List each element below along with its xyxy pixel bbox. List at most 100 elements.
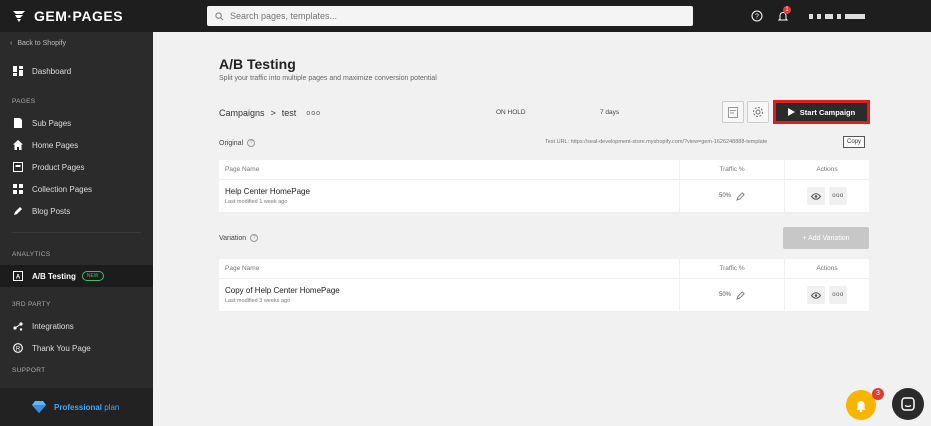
back-label: Back to Shopify bbox=[17, 39, 66, 47]
help-circle-icon[interactable]: ? bbox=[250, 234, 259, 242]
sidebar-item-label: Dashboard bbox=[32, 66, 72, 76]
sidebar-divider bbox=[12, 232, 141, 233]
row-more-button[interactable]: ooo bbox=[829, 187, 847, 205]
table-row: Copy of Help Center HomePage Last modifi… bbox=[219, 279, 869, 312]
pencil-icon bbox=[12, 205, 24, 217]
help-circle-icon[interactable]: ? bbox=[247, 139, 256, 147]
start-campaign-label: Start Campaign bbox=[799, 107, 856, 117]
plan-indicator[interactable]: Professional plan bbox=[0, 388, 153, 426]
main-content: A/B Testing Split your traffic into mult… bbox=[153, 32, 931, 426]
traffic-value: 50% bbox=[718, 292, 731, 298]
variation-section-label: Variation ? bbox=[219, 234, 259, 242]
sidebar-item-label: Home Pages bbox=[32, 140, 79, 150]
registered-icon: R bbox=[12, 342, 24, 354]
sidebar-item-sub-pages[interactable]: Sub Pages bbox=[0, 112, 153, 134]
sidebar-item-blog-posts[interactable]: Blog Posts bbox=[0, 200, 153, 222]
column-header-actions: Actions bbox=[816, 265, 838, 272]
page-name[interactable]: Help Center HomePage bbox=[219, 187, 679, 196]
top-bar: GEM·PAGES ? 1 bbox=[0, 0, 931, 32]
bell-count-badge: 3 bbox=[872, 388, 884, 400]
account-menu[interactable] bbox=[809, 13, 869, 19]
search-icon bbox=[215, 11, 224, 20]
notification-count-badge: 1 bbox=[783, 6, 791, 14]
column-header-traffic: Traffic % bbox=[680, 160, 785, 179]
page-title: A/B Testing bbox=[219, 56, 296, 72]
last-modified: Last modified 1 week ago bbox=[225, 199, 288, 205]
preview-button[interactable] bbox=[807, 286, 825, 304]
brand-logo[interactable]: GEM·PAGES bbox=[0, 8, 153, 24]
edit-pencil-icon[interactable] bbox=[736, 290, 745, 300]
preview-button[interactable] bbox=[807, 187, 825, 205]
row-more-button[interactable]: ooo bbox=[829, 286, 847, 304]
original-label: Original bbox=[219, 139, 244, 147]
search-bar[interactable] bbox=[207, 6, 693, 26]
campaign-more-button[interactable]: ooo bbox=[306, 110, 321, 117]
sidebar-item-label: Product Pages bbox=[32, 162, 85, 172]
sidebar-item-integrations[interactable]: Integrations bbox=[0, 315, 153, 337]
notes-button[interactable] bbox=[722, 101, 744, 123]
sidebar-item-dashboard[interactable]: Dashboard bbox=[0, 60, 153, 82]
sidebar-item-label: Thank You Page bbox=[32, 343, 91, 353]
sidebar-section-pages: PAGES bbox=[12, 97, 36, 105]
collection-icon bbox=[12, 183, 24, 195]
sidebar-item-collection-pages[interactable]: Collection Pages bbox=[0, 178, 153, 200]
breadcrumb-current: test bbox=[281, 108, 297, 118]
back-to-shopify-link[interactable]: ‹ Back to Shopify bbox=[0, 32, 153, 54]
sidebar: ‹ Back to Shopify Dashboard PAGES Sub Pa… bbox=[0, 32, 153, 426]
sidebar-section-support: SUPPORT bbox=[12, 366, 46, 374]
column-header-page-name: Page Name bbox=[219, 160, 680, 179]
settings-button[interactable] bbox=[747, 101, 769, 123]
page-name[interactable]: Copy of Help Center HomePage bbox=[219, 286, 679, 295]
dashboard-icon bbox=[12, 65, 24, 77]
breadcrumb-campaigns-link[interactable]: Campaigns bbox=[219, 108, 265, 118]
svg-text:A: A bbox=[16, 275, 21, 281]
plan-name: Professional bbox=[54, 402, 103, 412]
svg-text:R: R bbox=[16, 346, 21, 352]
sidebar-item-product-pages[interactable]: Product Pages bbox=[0, 156, 153, 178]
breadcrumb-separator: > bbox=[270, 108, 276, 118]
copy-url-button[interactable]: Copy bbox=[843, 136, 866, 148]
eye-icon bbox=[811, 291, 821, 299]
edit-pencil-icon[interactable] bbox=[736, 191, 745, 201]
search-input[interactable] bbox=[230, 11, 670, 21]
gempages-logo-icon bbox=[13, 11, 25, 22]
sidebar-item-label: Integrations bbox=[32, 321, 74, 331]
add-variation-button[interactable]: + Add Variation bbox=[783, 227, 869, 249]
chevron-left-icon: ‹ bbox=[10, 39, 13, 47]
plan-suffix: plan bbox=[104, 402, 120, 412]
notes-icon bbox=[728, 106, 738, 118]
column-header-actions: Actions bbox=[816, 166, 838, 173]
ab-testing-icon: A bbox=[12, 270, 24, 282]
chat-widget-button[interactable] bbox=[892, 388, 924, 420]
column-header-traffic: Traffic % bbox=[680, 259, 785, 278]
sidebar-section-third-party: 3RD PARTY bbox=[12, 300, 51, 308]
play-icon bbox=[787, 108, 795, 116]
brand-name: GEM·PAGES bbox=[34, 8, 124, 24]
help-icon[interactable]: ? bbox=[747, 6, 767, 26]
table-row: Help Center HomePage Last modified 1 wee… bbox=[219, 180, 869, 213]
eye-icon bbox=[811, 192, 821, 200]
variation-label: Variation bbox=[219, 234, 247, 242]
table-header: Page Name Traffic % Actions bbox=[219, 259, 869, 279]
start-campaign-button[interactable]: Start Campaign bbox=[773, 100, 870, 124]
sidebar-item-thank-you-page[interactable]: R Thank You Page bbox=[0, 337, 153, 359]
page-subtitle: Split your traffic into multiple pages a… bbox=[219, 75, 437, 82]
sidebar-section-analytics: ANALYTICS bbox=[12, 250, 51, 258]
original-section-label: Original ? bbox=[219, 139, 256, 147]
svg-text:?: ? bbox=[755, 14, 759, 21]
notification-icon[interactable]: 1 bbox=[773, 6, 793, 26]
sidebar-item-label: Blog Posts bbox=[32, 206, 71, 216]
sidebar-item-label: A/B Testing bbox=[32, 271, 76, 281]
sidebar-item-home-pages[interactable]: Home Pages bbox=[0, 134, 153, 156]
page-icon bbox=[12, 117, 24, 129]
diamond-icon bbox=[32, 401, 46, 413]
campaign-duration: 7 days bbox=[600, 109, 620, 116]
sidebar-item-label: Sub Pages bbox=[32, 118, 72, 128]
column-header-page-name: Page Name bbox=[219, 259, 680, 278]
traffic-value: 50% bbox=[718, 193, 731, 199]
test-url: Test URL: https://seal-development-store… bbox=[545, 139, 768, 145]
home-icon bbox=[12, 139, 24, 151]
campaign-status: ON HOLD bbox=[496, 109, 526, 116]
gear-icon bbox=[753, 107, 763, 117]
sidebar-item-ab-testing[interactable]: A A/B Testing NEW bbox=[0, 265, 153, 287]
